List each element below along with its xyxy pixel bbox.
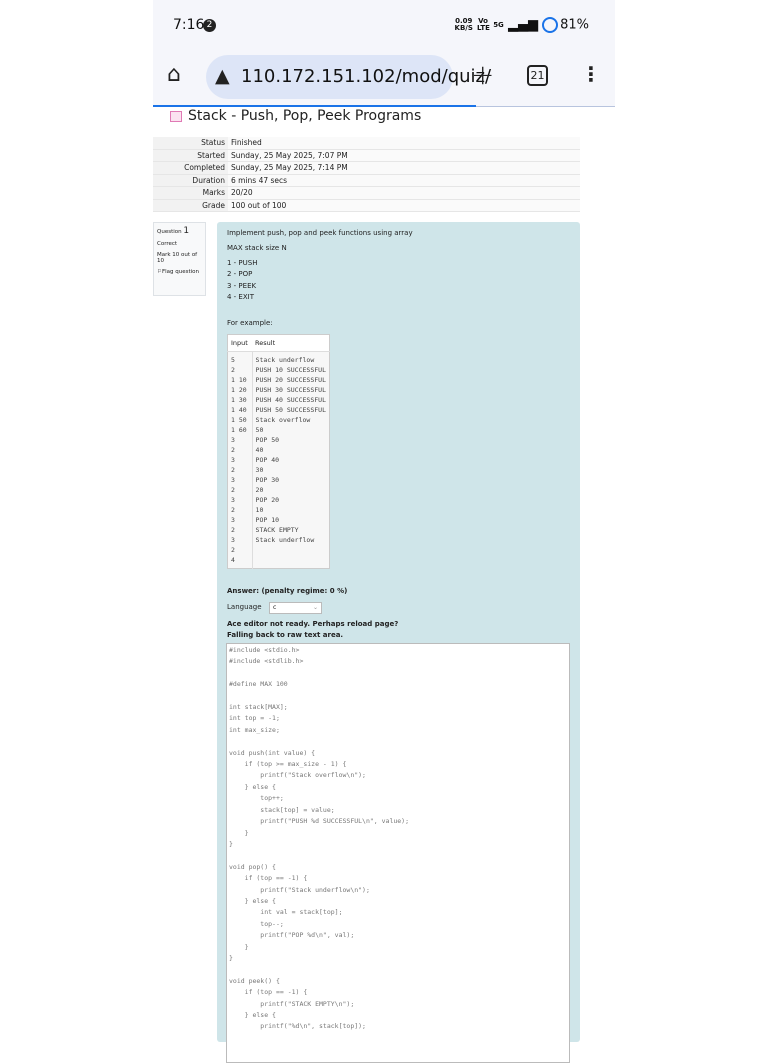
summary-row: Status Finished [153,137,580,150]
summary-row: Grade 100 out of 100 [153,199,580,212]
summary-row: Marks 20/20 [153,186,580,200]
max-size-text: MAX stack size N [227,244,287,252]
menu-option: 3 - PEEK [227,282,257,290]
summary-label: Grade [153,199,228,212]
question-label: Question [157,229,182,235]
example-result: Stack underflow PUSH 10 SUCCESSFUL PUSH … [255,356,326,544]
summary-value: 6 mins 47 secs [228,174,580,187]
summary-value: 100 out of 100 [228,199,580,212]
fallback-message: Falling back to raw text area. [227,631,344,639]
language-select[interactable]: c ⌄ [269,602,322,614]
new-tab-icon[interactable]: + [471,58,494,91]
example-label: For example: [227,319,273,327]
question-info: Question 1 Correct Mark 10 out of 10 ⚐Fl… [153,222,206,296]
system-indicators: 0.09 KB/S Vo LTE 5G ▂▄▆ 81% [455,17,589,33]
summary-value: Sunday, 25 May 2025, 7:14 PM [228,161,580,175]
header-input: Input [227,334,253,352]
data-rate: 0.09 KB/S [454,17,473,32]
summary-label: Duration [153,174,228,187]
battery-icon [542,17,559,33]
question-content: Implement push, pop and peek functions u… [217,222,580,1063]
quiz-icon [170,111,182,122]
example-input: 5 2 1 10 1 20 1 30 1 40 1 50 1 60 3 2 3 … [227,351,253,569]
summary-value: Finished [228,137,580,150]
url-text[interactable]: 110.172.151.102/mod/quiz/ [241,66,491,87]
battery-level: 81% [560,17,589,33]
chevron-down-icon: ⌄ [312,604,318,611]
summary-value: 20/20 [228,186,580,200]
flag-question-button[interactable]: ⚐Flag question [157,269,202,275]
summary-row: Started Sunday, 25 May 2025, 7:07 PM [153,149,580,162]
tab-switcher-button[interactable]: 21 [527,65,548,86]
clock: 7:16 [173,17,205,33]
example-table: Input Result 5 2 1 10 1 20 1 30 1 40 1 50… [227,334,330,569]
menu-option: 2 - POP [227,270,253,278]
summary-label: Status [153,137,228,150]
signal-icon: ▂▄▆ [507,17,538,33]
summary-label: Marks [153,186,228,200]
page-load-progress [153,105,477,107]
summary-label: Completed [153,161,228,175]
home-icon[interactable]: ⌂ [167,62,181,87]
status-bar: 7:16 2 0.09 KB/S Vo LTE 5G ▂▄▆ 81% [153,0,615,50]
summary-label: Started [153,149,228,162]
question-intro: Implement push, pop and peek functions u… [227,229,413,237]
summary-row: Duration 6 mins 47 secs [153,174,580,187]
more-menu-icon[interactable]: ⋮ [581,62,601,86]
question-mark: Mark 10 out of 10 [157,252,198,264]
attempt-summary: Status Finished Started Sunday, 25 May 2025… [153,137,580,212]
answer-label: Answer: (penalty regime: 0 %) [227,587,348,595]
network-label: 5G [493,20,504,29]
question-number: 1 [183,226,190,236]
volte-icon: Vo LTE [477,17,490,32]
table-row: 5 2 1 10 1 20 1 30 1 40 1 50 1 60 3 2 3 … [227,351,330,569]
menu-option: 1 - PUSH [227,259,258,267]
question-state: Correct [157,241,178,247]
header-result: Result [252,334,330,352]
answer-textarea[interactable]: #include <stdio.h> #include <stdlib.h> #… [226,643,570,1063]
browser-toolbar: ⌂ ▲ 110.172.151.102/mod/quiz/ + 21 ⋮ [153,50,615,106]
ace-error-message: Ace editor not ready. Perhaps reload pag… [227,620,399,628]
warning-icon[interactable]: ▲ [215,65,230,87]
summary-value: Sunday, 25 May 2025, 7:07 PM [228,149,580,162]
language-label: Language [227,603,262,611]
notification-badge: 2 [203,19,216,32]
address-bar[interactable]: ▲ 110.172.151.102/mod/quiz/ [206,55,491,99]
page-title: Stack - Push, Pop, Peek Programs [188,108,422,124]
menu-option: 4 - EXIT [227,293,254,301]
summary-row: Completed Sunday, 25 May 2025, 7:14 PM [153,161,580,175]
